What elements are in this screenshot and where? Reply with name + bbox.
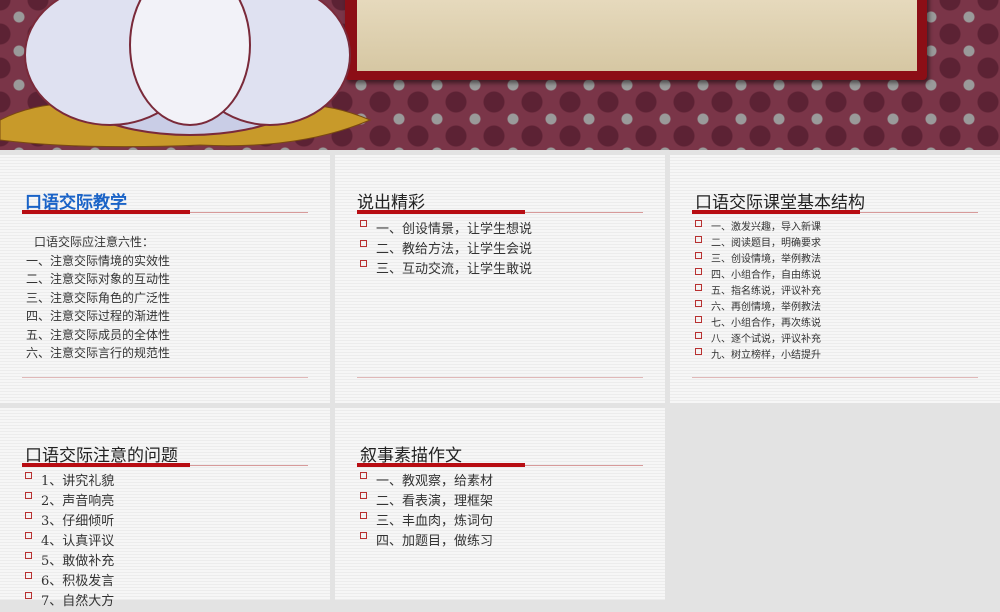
list-item: 一、注意交际情境的实效性 bbox=[26, 253, 171, 268]
list-item: 八、逐个试说，评议补充 bbox=[695, 332, 821, 348]
list-item: 五、指名练说，评议补充 bbox=[695, 284, 821, 300]
list-item: 3、仔细倾听 bbox=[25, 512, 114, 532]
list-item: 6、积极发言 bbox=[25, 572, 114, 592]
list-item: 三、注意交际角色的广泛性 bbox=[26, 290, 171, 305]
list-item: 7、自然大方 bbox=[25, 592, 114, 612]
list-item: 五、注意交际成员的全体性 bbox=[26, 327, 171, 342]
list-item: 四、加题目，做练习 bbox=[360, 532, 493, 552]
card-oral-teaching: 口语交际教学 口语交际应注意六性： 一、注意交际情境的实效性 二、注意交际对象的… bbox=[0, 155, 330, 403]
list-item: 5、敢做补充 bbox=[25, 552, 114, 572]
list-item: 2、声音响亮 bbox=[25, 492, 114, 512]
list-item: 口语交际应注意六性： bbox=[34, 235, 155, 249]
list-item: 三、丰血肉，炼词句 bbox=[360, 512, 493, 532]
card-class-structure: 口语交际课堂基本结构 一、激发兴趣，导入新课 二、阅读题目，明确要求 三、创设情… bbox=[670, 155, 1000, 403]
list-item: 六、再创情境，举例教法 bbox=[695, 300, 821, 316]
list-item: 一、创设情景，让学生想说 bbox=[360, 220, 532, 240]
list-item: 4、认真评议 bbox=[25, 532, 114, 552]
list-item: 二、看表演，理框架 bbox=[360, 492, 493, 512]
list-item: 一、激发兴趣，导入新课 bbox=[695, 220, 821, 236]
list-item: 二、教给方法，让学生会说 bbox=[360, 240, 532, 260]
card-speak-well: 说出精彩 一、创设情景，让学生想说 二、教给方法，让学生会说 三、互动交流，让学… bbox=[335, 155, 665, 403]
list-item: 二、阅读题目，明确要求 bbox=[695, 236, 821, 252]
list-item: 一、教观察，给素材 bbox=[360, 472, 493, 492]
list-item: 四、小组合作，自由练说 bbox=[695, 268, 821, 284]
banner-image bbox=[0, 0, 1000, 150]
card-narrative-writing: 叙事素描作文 一、教观察，给素材 二、看表演，理框架 三、丰血肉，炼词句 四、加… bbox=[335, 408, 665, 600]
list-item: 1、讲究礼貌 bbox=[25, 472, 114, 492]
list-item: 二、注意交际对象的互动性 bbox=[26, 272, 171, 286]
list-item: 七、小组合作，再次练说 bbox=[695, 316, 821, 332]
list-item: 三、互动交流，让学生敢说 bbox=[360, 260, 532, 280]
list-item: 三、创设情境，举例教法 bbox=[695, 252, 821, 268]
picture-frame bbox=[345, 0, 927, 80]
list-item: 六、注意交际言行的规范性 bbox=[26, 346, 171, 360]
card-oral-issues: 口语交际注意的问题 1、讲究礼貌 2、声音响亮 3、仔细倾听 4、认真评议 5、… bbox=[0, 408, 330, 609]
list-item: 四、注意交际过程的渐进性 bbox=[26, 309, 171, 323]
list-item: 九、树立榜样，小结提升 bbox=[695, 348, 821, 364]
lotus-flower-image bbox=[0, 0, 372, 148]
